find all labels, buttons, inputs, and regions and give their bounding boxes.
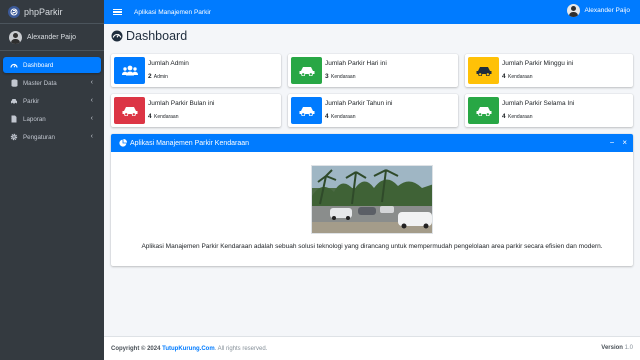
footer-link[interactable]: TutupKurung.Com [162,346,215,352]
stat-value: 3 Kendaraan [325,73,356,80]
chevron-left-icon: ‹ [90,115,93,122]
avatar [567,4,581,17]
car-icon [468,57,499,84]
stat-box-week: Jumlah Parkir Minggu ini 4 Kendaraan [465,54,633,87]
card-description: Aplikasi Manajemen Parkir Kendaraan adal… [141,243,603,250]
parking-lot-photo [311,165,433,234]
stat-label: Jumlah Admin [148,60,189,67]
stat-label: Jumlah Parkir Bulan ini [148,100,215,107]
users-icon [114,57,145,84]
chevron-left-icon: ‹ [90,97,93,104]
app-title[interactable]: Aplikasi Manajemen Parkir [134,9,211,16]
car-icon [291,97,322,124]
car-icon [291,57,322,84]
stat-box-today: Jumlah Parkir Hari ini 3 Kendaraan [288,54,458,87]
sidebar-item-dashboard[interactable]: Dashboard [3,57,101,73]
chevron-left-icon: ‹ [90,79,93,86]
info-card: Aplikasi Manajemen Parkir Kendaraan − × [111,134,633,266]
sidebar-item-label: Master Data [23,79,57,87]
car-icon [10,97,18,105]
sidebar-item-pengaturan[interactable]: Pengaturan ‹ [3,129,101,145]
avatar [9,30,22,44]
close-icon[interactable]: × [622,138,627,147]
stat-value: 4 Kendaraan [502,113,533,120]
card-tools: − × [610,138,627,147]
stat-box-admin: Jumlah Admin 2 Admin [111,54,281,87]
stat-value: 4 Kendaraan [148,113,179,120]
sidebar-item-label: Pengaturan [23,133,55,141]
card-title: Aplikasi Manajemen Parkir Kendaraan [130,139,250,147]
collapse-icon[interactable]: − [610,138,615,147]
car-icon [468,97,499,124]
stat-box-year: Jumlah Parkir Tahun ini 4 Kendaraan [288,94,458,127]
footer-copyright: Copyright © 2024 TutupKurung.Com. All ri… [111,345,268,352]
sidebar-item-parkir[interactable]: Parkir ‹ [3,93,101,109]
brand-link[interactable]: phpParkir [0,0,104,24]
stat-label: Jumlah Parkir Selama Ini [502,100,575,107]
footer: Copyright © 2024 TutupKurung.Com. All ri… [104,336,640,360]
file-icon [10,115,18,123]
page-title-text: Dashboard [126,29,188,43]
stat-value: 2 Admin [148,73,168,80]
chevron-left-icon: ‹ [90,133,93,140]
sidebar-item-label: Laporan [23,115,46,123]
user-menu[interactable]: Alexander Paijo [567,4,630,17]
brand-name: phpParkir [24,6,63,17]
menu-toggle-icon[interactable] [113,8,122,16]
card-header: Aplikasi Manajemen Parkir Kendaraan − × [111,134,633,152]
gear-icon [10,133,18,141]
page-title: Dashboard [111,29,187,43]
sidebar-item-laporan[interactable]: Laporan ‹ [3,111,101,127]
stat-label: Jumlah Parkir Tahun ini [325,100,393,107]
top-navbar: Aplikasi Manajemen Parkir Alexander Paij… [104,0,640,24]
dashboard-icon [111,30,123,42]
main-content: Dashboard Jumlah Admin 2 Admin Jumlah Pa… [104,24,640,336]
user-name: Alexander Paijo [27,33,77,41]
sidebar: phpParkir Alexander Paijo Dashboard Mast… [0,0,104,360]
dashboard-icon [10,61,18,69]
footer-version: Version 1.0 [601,345,633,351]
user-panel[interactable]: Alexander Paijo [0,24,104,51]
brand-logo-icon [8,5,20,18]
sidebar-item-label: Dashboard [23,61,54,69]
stat-box-all-time: Jumlah Parkir Selama Ini 4 Kendaraan [465,94,633,127]
stat-value: 4 Kendaraan [502,73,533,80]
stat-label: Jumlah Parkir Minggu ini [502,60,574,67]
sidebar-item-master-data[interactable]: Master Data ‹ [3,75,101,91]
sidebar-item-label: Parkir [23,97,40,105]
stat-box-month: Jumlah Parkir Bulan ini 4 Kendaraan [111,94,281,127]
pie-chart-icon [119,139,127,147]
database-icon [10,79,18,87]
stat-value: 4 Kendaraan [325,113,356,120]
sidebar-nav: Dashboard Master Data ‹ Parkir ‹ Laporan… [0,51,104,145]
car-icon [114,97,145,124]
stat-label: Jumlah Parkir Hari ini [325,60,387,67]
top-user-name: Alexander Paijo [584,7,630,14]
